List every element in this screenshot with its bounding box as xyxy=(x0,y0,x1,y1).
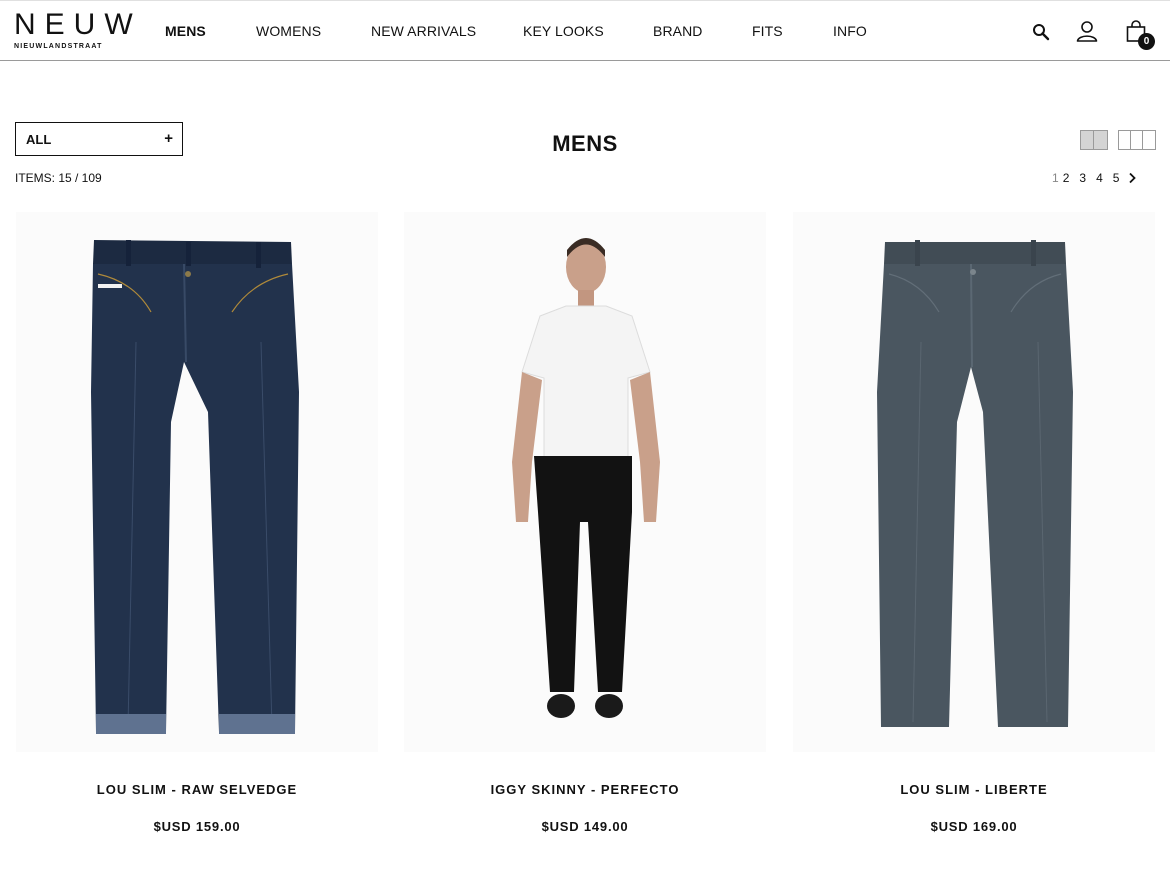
nav-item-brand[interactable]: BRAND xyxy=(653,23,703,39)
page-link-2[interactable]: 2 xyxy=(1063,171,1070,185)
page-link-3[interactable]: 3 xyxy=(1079,171,1086,185)
pagination: 1 2 3 4 5 xyxy=(1052,171,1137,185)
brand-subtitle: NIEUWLANDSTRAAT xyxy=(14,43,103,50)
product-name[interactable]: LOU SLIM - LIBERTE xyxy=(793,782,1155,797)
page-title: MENS xyxy=(552,131,618,156)
nav-item-womens[interactable]: WOMENS xyxy=(256,23,321,39)
product-image-model-white-tee-black-jeans[interactable] xyxy=(404,212,766,752)
nav-item-fits[interactable]: FITS xyxy=(752,23,783,39)
product-price: $USD 149.00 xyxy=(541,819,629,834)
page-link-4[interactable]: 4 xyxy=(1096,171,1103,185)
product-name[interactable]: LOU SLIM - RAW SELVEDGE xyxy=(16,782,378,797)
product-card: LOU SLIM - RAW SELVEDGE $USD 159.00 xyxy=(16,212,378,834)
page-link-5[interactable]: 5 xyxy=(1113,171,1120,185)
product-price: $USD 159.00 xyxy=(153,819,241,834)
cart-count-badge: 0 xyxy=(1138,33,1155,50)
nav-item-key-looks[interactable]: KEY LOOKS xyxy=(523,23,604,39)
product-card: IGGY SKINNY - PERFECTO $USD 149.00 xyxy=(404,212,766,834)
grid-cell xyxy=(1130,130,1144,150)
user-icon[interactable] xyxy=(1076,20,1098,42)
site-header: NEUW NIEUWLANDSTRAAT MENS WOMENS NEW ARR… xyxy=(0,0,1170,61)
nav-item-mens[interactable]: MENS xyxy=(165,23,206,39)
product-name[interactable]: IGGY SKINNY - PERFECTO xyxy=(404,782,766,797)
page-current: 1 xyxy=(1052,171,1059,185)
nav-item-new-arrivals[interactable]: NEW ARRIVALS xyxy=(371,23,476,39)
product-image-dark-raw-denim-jeans[interactable] xyxy=(16,212,378,752)
product-card: LOU SLIM - LIBERTE $USD 169.00 xyxy=(793,212,1155,834)
grid-cell xyxy=(1143,130,1156,150)
items-count: ITEMS: 15 / 109 xyxy=(15,171,102,185)
product-price: $USD 169.00 xyxy=(930,819,1018,834)
two-column-grid-icon[interactable] xyxy=(1080,130,1108,150)
three-column-grid-icon[interactable] xyxy=(1118,130,1156,150)
grid-cell xyxy=(1118,130,1131,150)
brand-logo[interactable]: NEUW NIEUWLANDSTRAAT xyxy=(14,8,142,55)
search-icon[interactable] xyxy=(1032,23,1050,41)
grid-cell xyxy=(1080,130,1094,150)
chevron-right-icon[interactable] xyxy=(1128,172,1137,184)
grid-cell xyxy=(1094,130,1108,150)
nav-item-info[interactable]: INFO xyxy=(833,23,867,39)
brand-name: NEUW xyxy=(14,8,142,41)
product-image-grey-denim-jeans[interactable] xyxy=(793,212,1155,752)
